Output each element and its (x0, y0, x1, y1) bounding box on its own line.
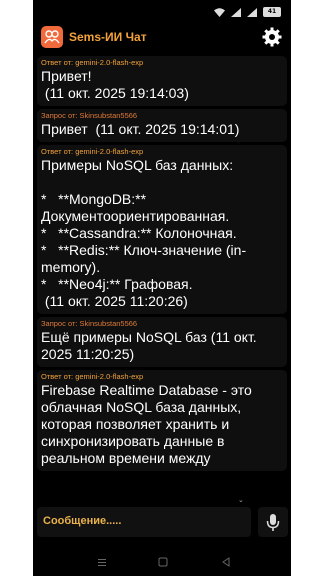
signal-icon-2 (247, 7, 257, 17)
chat-list[interactable]: Ответ от: gemini-2.0-flash-exp Привет! (… (37, 56, 287, 501)
phone-screen: 41 Sems-ИИ Чат Ответ от: gemini-2.0-flas… (33, 0, 291, 576)
message-text: Firebase Realtime Database - это облачна… (41, 382, 256, 466)
mic-button[interactable] (258, 507, 288, 537)
message-user[interactable]: Запрос от: Skinsubstan5566 Привет (11 ок… (37, 109, 287, 142)
home-button[interactable] (157, 555, 169, 567)
message-text: Привет (11 окт. 2025 19:14:01) (41, 121, 240, 137)
system-nav-bar (33, 545, 291, 576)
message-input-placeholder: Сообщение..... (43, 515, 122, 527)
message-input[interactable]: Сообщение..... (37, 507, 251, 537)
recents-button[interactable] (96, 555, 108, 567)
back-button[interactable] (220, 555, 232, 567)
app-bar: Sems-ИИ Чат (33, 24, 291, 54)
message-sender: Запрос от: Skinsubstan5566 (41, 111, 138, 120)
message-bot[interactable]: Ответ от: gemini-2.0-flash-exp Примеры N… (37, 145, 287, 314)
message-bot[interactable]: Ответ от: gemini-2.0-flash-exp Firebase … (37, 370, 287, 471)
message-sender: Ответ от: gemini-2.0-flash-exp (41, 147, 144, 156)
home-icon (158, 557, 168, 567)
message-bot[interactable]: Ответ от: gemini-2.0-flash-exp Привет! (… (37, 56, 287, 106)
app-logo-icon (41, 26, 63, 48)
back-icon (222, 557, 230, 567)
wifi-icon (214, 7, 225, 17)
message-sender: Запрос от: Skinsubstan5566 (41, 319, 138, 328)
message-text: Ещё примеры NoSQL баз (11 окт. 2025 11:2… (41, 329, 261, 362)
input-row: Сообщение..... (33, 507, 291, 539)
battery-icon: 41 (263, 7, 281, 17)
status-bar: 41 (33, 0, 291, 24)
gear-icon (262, 27, 282, 47)
microphone-icon (266, 514, 280, 531)
message-text: Примеры NoSQL баз данных: * **MongoDB:**… (41, 157, 247, 309)
settings-button[interactable] (261, 26, 283, 48)
scroll-down-icon[interactable]: ⌄ (238, 496, 244, 504)
recents-icon (98, 559, 106, 566)
app-title: Sems-ИИ Чат (69, 30, 147, 44)
message-sender: Ответ от: gemini-2.0-flash-exp (41, 372, 144, 381)
message-user[interactable]: Запрос от: Skinsubstan5566 Ещё примеры N… (37, 317, 287, 367)
message-sender: Ответ от: gemini-2.0-flash-exp (41, 58, 144, 67)
message-text: Привет! (11 окт. 2025 19:14:03) (41, 68, 189, 101)
signal-icon (231, 7, 241, 17)
